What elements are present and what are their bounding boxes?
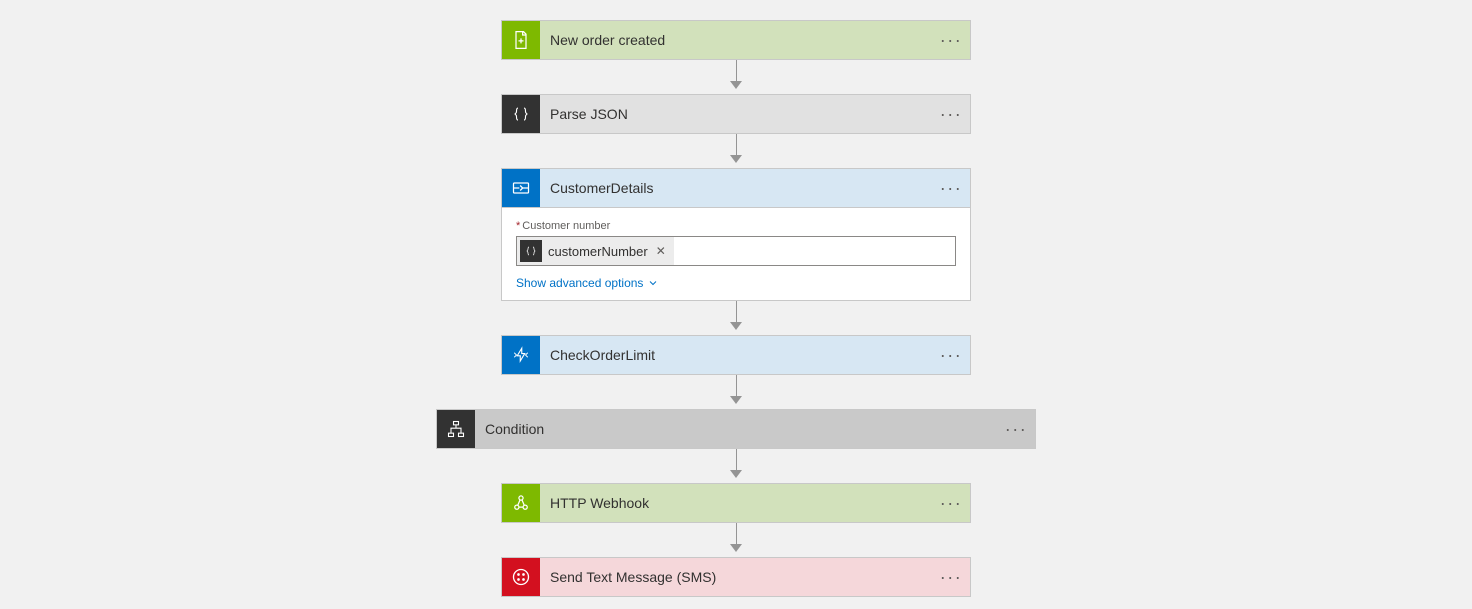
step-menu-button[interactable]: ··· xyxy=(932,567,970,588)
show-advanced-options-link[interactable]: Show advanced options xyxy=(516,276,659,290)
step-body: *Customer number customerNumber ✕ xyxy=(502,207,970,300)
token-label: customerNumber xyxy=(548,244,654,259)
designer-canvas: New order created ··· Parse JSON ··· xyxy=(0,0,1472,609)
step-header[interactable]: Send Text Message (SMS) ··· xyxy=(502,558,970,596)
advanced-options-label: Show advanced options xyxy=(516,276,643,290)
step-header[interactable]: CheckOrderLimit ··· xyxy=(502,336,970,374)
document-plus-icon xyxy=(502,21,540,59)
field-label: *Customer number xyxy=(516,220,956,232)
step-menu-button[interactable]: ··· xyxy=(997,419,1035,440)
step-http-webhook[interactable]: HTTP Webhook ··· xyxy=(501,483,971,523)
required-mark: * xyxy=(516,220,520,232)
step-header[interactable]: CustomerDetails ··· xyxy=(502,169,970,207)
step-title: Send Text Message (SMS) xyxy=(540,569,932,585)
condition-icon xyxy=(437,410,475,448)
twilio-icon xyxy=(502,558,540,596)
customer-number-input[interactable]: customerNumber ✕ xyxy=(516,236,956,266)
step-menu-button[interactable]: ··· xyxy=(932,493,970,514)
connector-arrow xyxy=(730,449,742,483)
step-send-sms[interactable]: Send Text Message (SMS) ··· xyxy=(501,557,971,597)
step-title: CheckOrderLimit xyxy=(540,347,932,363)
step-new-order-created[interactable]: New order created ··· xyxy=(501,20,971,60)
dynamic-content-token[interactable]: customerNumber ✕ xyxy=(517,237,674,265)
step-customer-details[interactable]: CustomerDetails ··· *Customer number xyxy=(501,168,971,301)
connector-arrow xyxy=(730,134,742,168)
webhook-icon xyxy=(502,484,540,522)
step-header[interactable]: New order created ··· xyxy=(502,21,970,59)
connector-arrow xyxy=(730,523,742,557)
field-label-text: Customer number xyxy=(522,220,610,232)
step-title: Condition xyxy=(475,421,997,437)
braces-icon xyxy=(502,95,540,133)
step-menu-button[interactable]: ··· xyxy=(932,104,970,125)
step-menu-button[interactable]: ··· xyxy=(932,30,970,51)
api-connector-icon xyxy=(502,169,540,207)
step-title: New order created xyxy=(540,32,932,48)
step-condition[interactable]: Condition ··· xyxy=(436,409,1036,449)
lightning-icon xyxy=(502,336,540,374)
chevron-down-icon xyxy=(647,277,659,289)
step-menu-button[interactable]: ··· xyxy=(932,345,970,366)
connector-arrow xyxy=(730,375,742,409)
step-header[interactable]: Condition ··· xyxy=(437,410,1035,448)
braces-icon xyxy=(520,240,542,262)
step-header[interactable]: Parse JSON ··· xyxy=(502,95,970,133)
step-header[interactable]: HTTP Webhook ··· xyxy=(502,484,970,522)
step-title: Parse JSON xyxy=(540,106,932,122)
token-remove-button[interactable]: ✕ xyxy=(654,244,674,258)
connector-arrow xyxy=(730,301,742,335)
step-title: HTTP Webhook xyxy=(540,495,932,511)
step-menu-button[interactable]: ··· xyxy=(932,178,970,199)
step-parse-json[interactable]: Parse JSON ··· xyxy=(501,94,971,134)
connector-arrow xyxy=(730,60,742,94)
step-title: CustomerDetails xyxy=(540,180,932,196)
step-check-order-limit[interactable]: CheckOrderLimit ··· xyxy=(501,335,971,375)
workflow-column: New order created ··· Parse JSON ··· xyxy=(436,20,1036,597)
